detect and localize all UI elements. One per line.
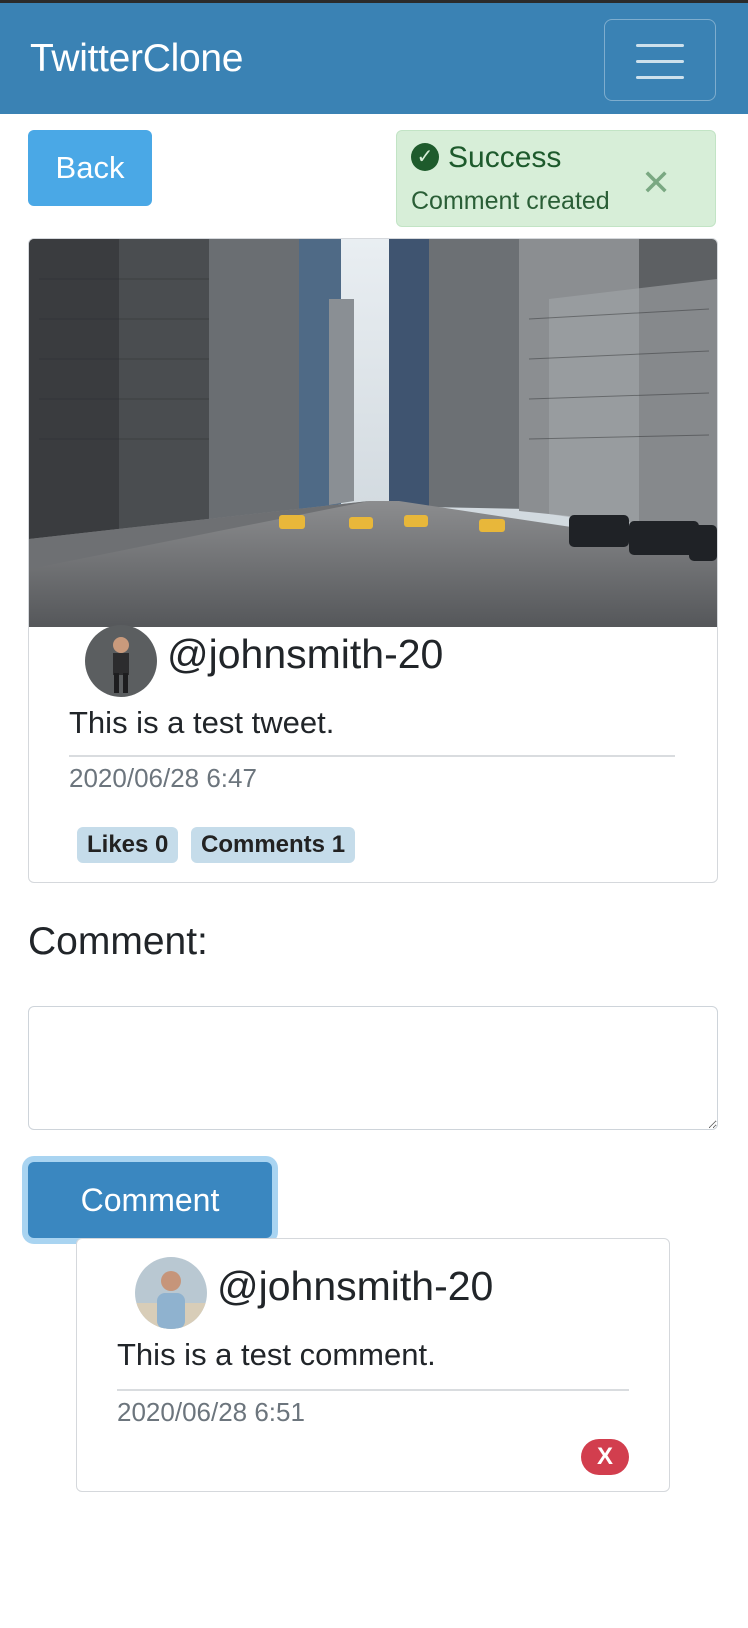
close-icon[interactable]: ✕ (641, 165, 671, 201)
divider (117, 1389, 629, 1391)
alert-title: Success (448, 141, 562, 174)
tweet-author-handle[interactable]: @johnsmith-20 (167, 631, 443, 678)
tweet-image (29, 239, 717, 627)
back-button[interactable]: Back (28, 130, 152, 206)
success-alert: ✓ Success Comment created ✕ (396, 130, 716, 227)
check-circle-icon: ✓ (411, 143, 439, 171)
comment-label: Comment: (28, 920, 208, 963)
tweet-timestamp: 2020/06/28 6:47 (69, 763, 257, 793)
avatar[interactable] (85, 625, 157, 697)
delete-comment-button[interactable]: X (581, 1439, 629, 1475)
comment-card: @johnsmith-20 This is a test comment. 20… (76, 1238, 670, 1492)
hamburger-menu-icon[interactable] (604, 19, 716, 101)
comments-badge[interactable]: Comments 1 (191, 827, 356, 863)
tweet-text: This is a test tweet. (69, 705, 335, 740)
avatar[interactable] (135, 1257, 207, 1329)
likes-badge[interactable]: Likes 0 (77, 827, 179, 863)
comment-input[interactable] (28, 1006, 718, 1130)
divider (69, 755, 675, 757)
brand-logo-link[interactable]: TwitterClone (30, 37, 243, 81)
navbar: TwitterClone (0, 0, 748, 114)
comment-author-handle[interactable]: @johnsmith-20 (217, 1263, 493, 1310)
comment-timestamp: 2020/06/28 6:51 (117, 1397, 305, 1427)
comment-text: This is a test comment. (117, 1337, 436, 1372)
comment-submit-button[interactable]: Comment (28, 1162, 272, 1238)
alert-message: Comment created (411, 187, 610, 215)
tweet-card: @johnsmith-20 This is a test tweet. 2020… (28, 238, 718, 883)
